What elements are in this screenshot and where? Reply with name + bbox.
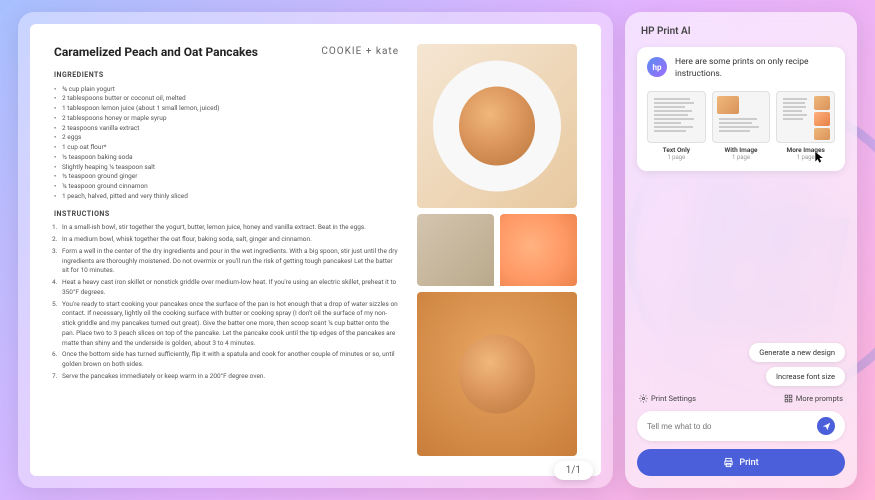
prompt-input[interactable] xyxy=(647,422,817,431)
instruction-item: You're ready to start cooking your panca… xyxy=(62,300,399,349)
ingredient-list: ¾ cup plain yogurt 2 tablespoons butter … xyxy=(54,85,399,202)
recipe-image-row xyxy=(417,214,577,287)
print-settings-link[interactable]: Print Settings xyxy=(639,394,696,403)
recipe-hero-image xyxy=(417,44,577,208)
print-option-label: Text Only xyxy=(647,146,706,154)
recipe-bowl-image xyxy=(417,214,494,287)
ingredients-heading: Ingredients xyxy=(54,71,399,81)
print-button[interactable]: Print xyxy=(637,449,845,476)
ingredient-item: ¼ teaspoon ground cinnamon xyxy=(62,182,399,192)
instruction-list: In a small-ish bowl, stir together the y… xyxy=(54,223,399,381)
print-option-sub: 1 page xyxy=(712,154,771,161)
recipe-peach-image xyxy=(500,214,577,287)
send-button[interactable] xyxy=(817,417,835,435)
suggestion-chip-font-size[interactable]: Increase font size xyxy=(766,367,845,386)
print-option-label: With Image xyxy=(712,146,771,154)
print-option-text-only[interactable]: Text Only 1 page xyxy=(647,91,706,161)
ai-message-card: hp Here are some prints on only recipe i… xyxy=(637,47,845,171)
instructions-heading: Instructions xyxy=(54,210,399,220)
grid-icon xyxy=(784,394,793,403)
cursor-icon xyxy=(813,151,827,165)
suggestion-chips: Generate a new design Increase font size xyxy=(637,343,845,386)
recipe-title: Caramelized Peach and Oat Pancakes xyxy=(54,44,258,61)
instruction-item: In a medium bowl, whisk together the oat… xyxy=(62,235,399,245)
printer-icon xyxy=(723,457,734,468)
instruction-item: Heat a heavy cast iron skillet or nonsti… xyxy=(62,278,399,298)
gear-icon xyxy=(639,394,648,403)
page-indicator[interactable]: 1/1 xyxy=(554,461,593,480)
ingredient-item: 1 peach, halved, pitted and very thinly … xyxy=(62,192,399,202)
ingredient-item: 2 tablespoons butter or coconut oil, mel… xyxy=(62,94,399,104)
prompt-input-row xyxy=(637,411,845,441)
ingredient-item: 2 tablespoons honey or maple syrup xyxy=(62,114,399,124)
brand-label: COOKIE + kate xyxy=(321,45,399,59)
print-option-sub: 1 page xyxy=(647,154,706,161)
instruction-item: Form a well in the center of the dry ing… xyxy=(62,247,399,276)
document-text-column: Caramelized Peach and Oat Pancakes COOKI… xyxy=(54,44,399,456)
ai-panel-title: HP Print AI xyxy=(637,24,845,39)
print-option-more-images[interactable]: More Images 1 page xyxy=(776,91,835,161)
ingredient-item: 1 tablespoon lemon juice (about 1 small … xyxy=(62,104,399,114)
ingredient-item: Slightly heaping ¼ teaspoon salt xyxy=(62,163,399,173)
instruction-item: Once the bottom side has turned sufficie… xyxy=(62,350,399,370)
print-option-with-image[interactable]: With Image 1 page xyxy=(712,91,771,161)
instruction-item: In a small-ish bowl, stir together the y… xyxy=(62,223,399,233)
ai-message-text: Here are some prints on only recipe inst… xyxy=(675,57,835,81)
ingredient-item: ½ teaspoon ground ginger xyxy=(62,172,399,182)
suggestion-chip-new-design[interactable]: Generate a new design xyxy=(749,343,845,362)
action-row: Print Settings More prompts xyxy=(637,394,845,403)
instruction-item: Serve the pancakes immediately or keep w… xyxy=(62,372,399,382)
more-prompts-link[interactable]: More prompts xyxy=(784,394,843,403)
document-page[interactable]: Caramelized Peach and Oat Pancakes COOKI… xyxy=(30,24,601,476)
ingredient-item: 2 eggs xyxy=(62,133,399,143)
document-image-column xyxy=(417,44,577,456)
print-options-row: Text Only 1 page With Image 1 page xyxy=(647,91,835,161)
ingredient-item: 1 cup oat flour* xyxy=(62,143,399,153)
recipe-pancake-image xyxy=(417,292,577,456)
ai-side-panel: HP Print AI hp Here are some prints on o… xyxy=(625,12,857,488)
send-icon xyxy=(822,422,831,431)
ingredient-item: ½ teaspoon baking soda xyxy=(62,153,399,163)
ingredient-item: 2 teaspoons vanilla extract xyxy=(62,124,399,134)
document-preview-panel: Caramelized Peach and Oat Pancakes COOKI… xyxy=(18,12,613,488)
ingredient-item: ¾ cup plain yogurt xyxy=(62,85,399,95)
hp-avatar-icon: hp xyxy=(647,57,667,77)
